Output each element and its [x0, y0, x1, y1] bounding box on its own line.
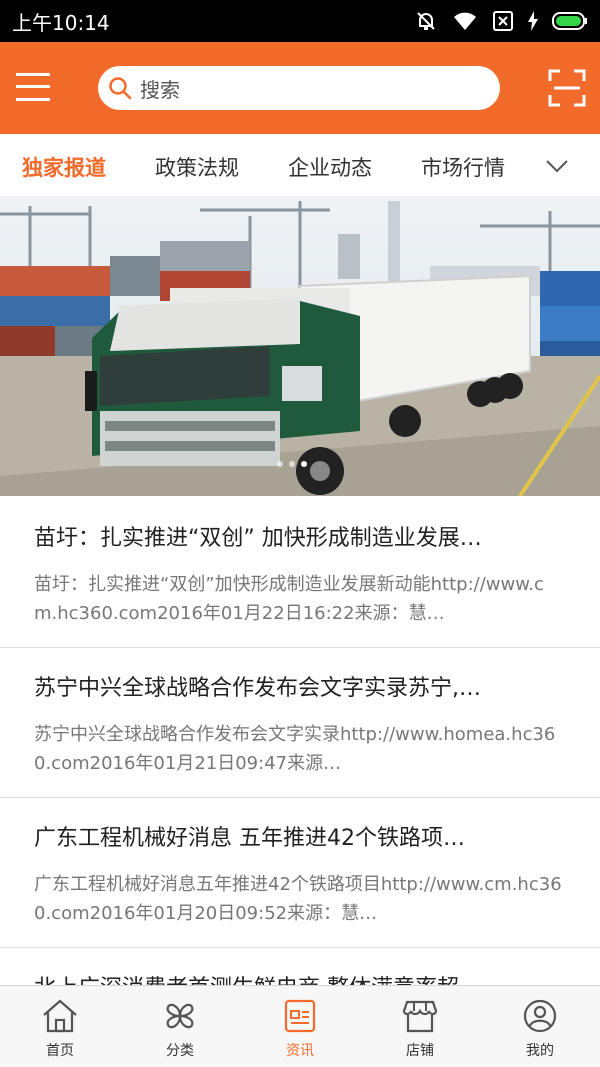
news-summary: 广东工程机械好消息五年推进42个铁路项目http://www.cm.hc360.… [34, 874, 562, 924]
banner-image [0, 196, 600, 496]
charging-icon [528, 11, 538, 31]
category-icon [166, 1003, 194, 1029]
bottom-nav: 首页 分类 资讯 店铺 我的 [0, 985, 600, 1067]
tab-market[interactable]: 市场行情 [421, 152, 505, 182]
menu-icon[interactable] [16, 70, 50, 104]
tab-policy[interactable]: 政策法规 [155, 152, 239, 182]
pagination-dot [289, 461, 295, 467]
news-item[interactable]: 苗圩：扎实推进“双创” 加快形成制造业发展… 苗圩：扎实推进“双创”加快形成制造… [0, 498, 600, 648]
wifi-icon [454, 12, 476, 30]
news-title: 苗圩：扎实推进“双创” 加快形成制造业发展… [34, 526, 482, 551]
status-time: 上午10:14 [12, 10, 110, 35]
banner-carousel[interactable] [0, 196, 600, 496]
tab-company-news[interactable]: 企业动态 [288, 152, 372, 182]
nav-home[interactable]: 首页 [0, 986, 120, 1067]
store-icon [402, 1000, 438, 1033]
pagination-dot-active [301, 461, 307, 467]
news-icon [284, 999, 316, 1033]
nav-news-label: 资讯 [286, 1043, 314, 1059]
news-summary: 苗圩：扎实推进“双创”加快形成制造业发展新动能http://www.cm.hc3… [34, 574, 544, 624]
search-input[interactable]: 搜索 [98, 66, 500, 110]
category-tabs: 独家报道 政策法规 企业动态 市场行情 [0, 134, 600, 196]
nav-category-label: 分类 [166, 1043, 194, 1059]
nav-news[interactable]: 资讯 [240, 986, 360, 1067]
battery-icon [552, 12, 587, 30]
news-title: 苏宁中兴全球战略合作发布会文字实录苏宁,… [34, 676, 481, 701]
tab-exclusive[interactable]: 独家报道 [22, 152, 106, 182]
nav-profile[interactable]: 我的 [480, 986, 600, 1067]
search-placeholder: 搜索 [140, 77, 180, 102]
status-icons [414, 9, 588, 33]
status-bar: 上午10:14 [0, 0, 600, 42]
news-item[interactable]: 广东工程机械好消息 五年推进42个铁路项… 广东工程机械好消息五年推进42个铁路… [0, 798, 600, 948]
home-icon [43, 999, 77, 1033]
search-icon [109, 77, 132, 100]
mute-vibrate-icon [417, 12, 435, 30]
nav-home-label: 首页 [46, 1043, 74, 1059]
nav-profile-label: 我的 [526, 1043, 554, 1059]
no-sim-icon [493, 11, 513, 31]
pagination-dot [277, 461, 283, 467]
news-summary: 苏宁中兴全球战略合作发布会文字实录http://www.homea.hc360.… [34, 724, 556, 774]
profile-icon [523, 999, 557, 1033]
banner-pagination [277, 461, 307, 467]
news-title: 广东工程机械好消息 五年推进42个铁路项… [34, 826, 465, 851]
nav-category[interactable]: 分类 [120, 986, 240, 1067]
scan-icon[interactable] [548, 69, 586, 107]
nav-store-label: 店铺 [406, 1043, 434, 1059]
nav-store[interactable]: 店铺 [360, 986, 480, 1067]
chevron-down-icon[interactable] [545, 154, 569, 178]
news-item[interactable]: 苏宁中兴全球战略合作发布会文字实录苏宁,… 苏宁中兴全球战略合作发布会文字实录h… [0, 648, 600, 798]
app-header: 搜索 [0, 42, 600, 134]
